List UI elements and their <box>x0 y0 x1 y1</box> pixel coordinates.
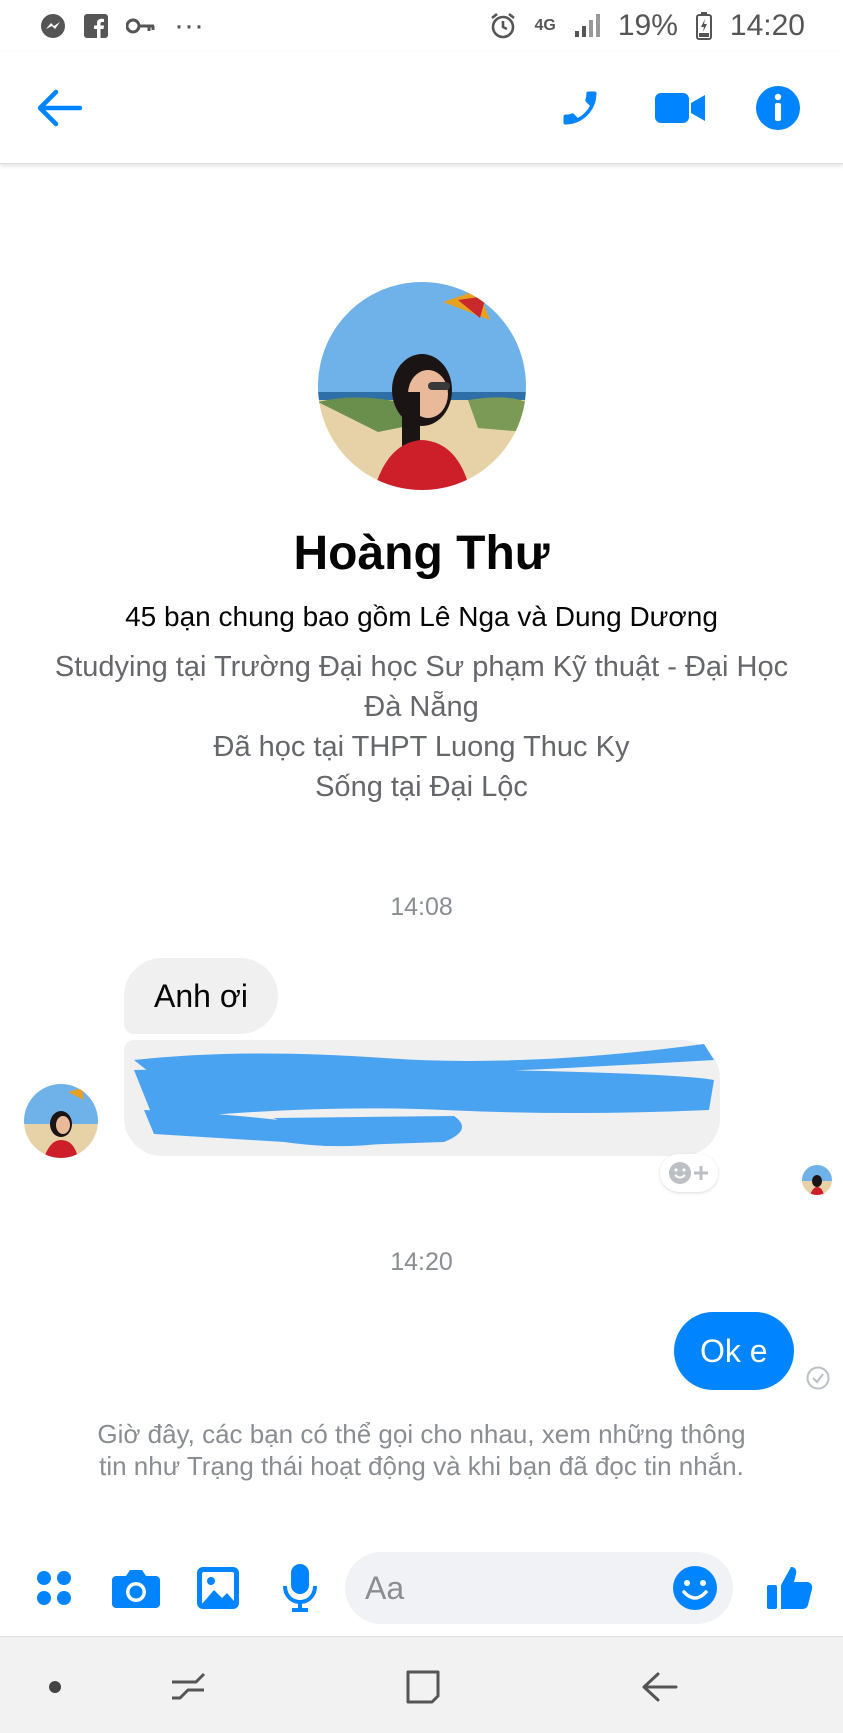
profile-detail-location: Sống tại Đại Lộc <box>315 771 528 803</box>
incoming-message-bubble[interactable]: Anh ơi <box>124 958 278 1034</box>
seen-by-avatar <box>802 1165 832 1195</box>
status-left: ··· <box>40 9 204 43</box>
phone-icon <box>563 91 597 125</box>
system-back-button[interactable] <box>632 1659 688 1715</box>
add-reaction-button[interactable] <box>660 1154 718 1192</box>
image-icon <box>197 1567 239 1609</box>
signal-icon <box>574 14 600 38</box>
key-icon <box>126 16 156 36</box>
voice-call-button[interactable] <box>552 80 608 136</box>
message-timestamp: 14:20 <box>390 1248 453 1276</box>
profile-avatar[interactable] <box>317 282 526 490</box>
redaction-scribble <box>134 1044 714 1147</box>
alarm-icon <box>489 12 517 40</box>
emoji-button[interactable] <box>671 1564 719 1612</box>
profile-photo <box>317 282 526 490</box>
profile-section: Hoàng Thư 45 bạn chung bao gồm Lê Nga và… <box>0 282 843 807</box>
incoming-message-bubble-redacted[interactable] <box>124 1040 720 1156</box>
mutual-friends-text: 45 bạn chung bao gồm Lê Nga và Dung Dươn… <box>125 601 718 632</box>
info-icon <box>756 86 800 130</box>
status-bar: ··· 4G 19% 14:20 <box>0 0 843 52</box>
nav-dot-button[interactable] <box>27 1659 83 1715</box>
home-button[interactable] <box>395 1659 451 1715</box>
dot-icon <box>49 1681 61 1693</box>
recent-apps-button[interactable] <box>160 1659 216 1715</box>
video-camera-icon <box>655 93 705 123</box>
gallery-button[interactable] <box>190 1560 246 1616</box>
message-input-container <box>345 1552 733 1624</box>
status-right: 4G 19% 14:20 <box>489 9 805 43</box>
camera-icon <box>112 1570 160 1608</box>
profile-detail-school: Đã học tại THPT Luong Thuc Ky <box>213 731 630 763</box>
thumbs-up-icon <box>767 1567 813 1609</box>
back-arrow-icon <box>37 89 82 127</box>
battery-icon <box>695 12 712 40</box>
sender-photo <box>24 1084 98 1158</box>
network-type: 4G <box>534 17 556 34</box>
messenger-notification-icon <box>40 13 66 39</box>
profile-name: Hoàng Thư <box>293 527 550 580</box>
profile-details: Studying tại Trường Đại học Sư phạm Kỹ t… <box>0 647 843 807</box>
more-actions-button[interactable] <box>26 1560 82 1616</box>
message-timestamp: 14:08 <box>390 893 453 921</box>
microphone-icon <box>283 1564 317 1612</box>
voice-message-button[interactable] <box>272 1560 328 1616</box>
message-composer <box>0 1540 843 1636</box>
outgoing-message-bubble[interactable]: Ok e <box>674 1312 794 1390</box>
camera-button[interactable] <box>108 1560 164 1616</box>
message-input[interactable] <box>365 1552 665 1624</box>
battery-percent: 19% <box>617 9 678 42</box>
apps-grid-icon <box>37 1571 71 1605</box>
emoji-plus-icon <box>669 1162 708 1184</box>
message-text: Anh ơi <box>154 978 248 1014</box>
video-call-button[interactable] <box>652 80 708 136</box>
conversation-info-button[interactable] <box>750 80 806 136</box>
conversation-info-note: Giờ đây, các bạn có thể gọi cho nhau, xe… <box>97 1419 746 1481</box>
sender-avatar[interactable] <box>24 1084 98 1158</box>
back-button[interactable] <box>30 80 86 136</box>
conversation-header <box>0 52 843 164</box>
recent-apps-icon <box>172 1672 206 1700</box>
like-button[interactable] <box>762 1560 818 1616</box>
message-text: Ok e <box>700 1333 768 1369</box>
seen-photo <box>802 1165 832 1195</box>
more-notifications: ··· <box>174 9 204 42</box>
emoji-icon <box>673 1566 717 1610</box>
clock: 14:20 <box>729 9 805 42</box>
facebook-notification-icon <box>84 14 108 38</box>
home-square-icon <box>406 1670 440 1704</box>
system-back-icon <box>642 1672 678 1702</box>
profile-detail-study: Studying tại Trường Đại học Sư phạm Kỹ t… <box>54 651 789 723</box>
system-navigation-bar <box>0 1636 843 1733</box>
sent-check-icon <box>806 1366 830 1390</box>
